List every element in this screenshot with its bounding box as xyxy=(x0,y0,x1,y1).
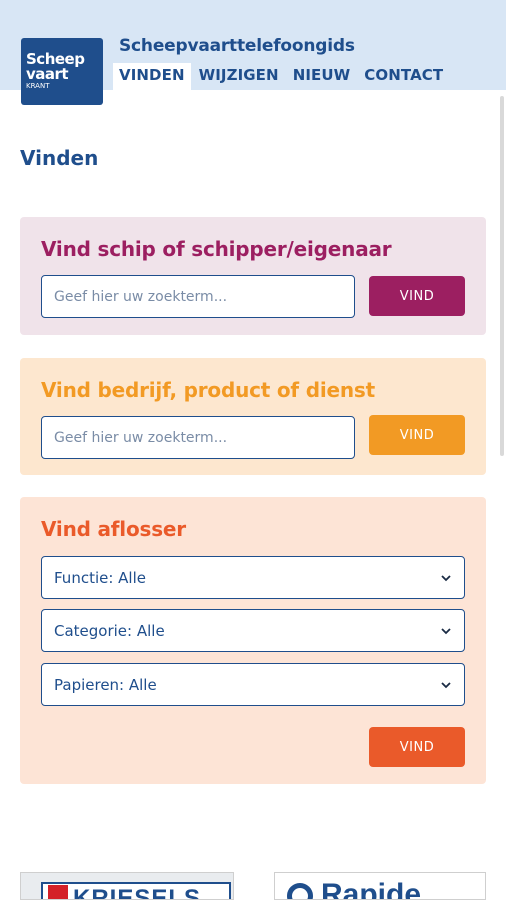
ship-search-panel: Vind schip of schipper/eigenaar VIND xyxy=(20,217,486,335)
function-select[interactable]: Functie: Alle xyxy=(41,556,465,599)
rapide-banner[interactable]: Rapide xyxy=(274,872,486,900)
company-search-panel: Vind bedrijf, product of dienst VIND xyxy=(20,358,486,475)
nav-item-contact[interactable]: CONTACT xyxy=(358,63,449,90)
function-select-value: Functie: Alle xyxy=(54,568,146,587)
scheepvaartkrant-logo[interactable]: Scheep vaart KRANT xyxy=(21,38,103,105)
papers-select[interactable]: Papieren: Alle xyxy=(41,663,465,706)
company-search-button[interactable]: VIND xyxy=(369,415,465,455)
chevron-down-icon xyxy=(441,627,451,634)
logo-line-2: vaart xyxy=(26,65,69,83)
category-select[interactable]: Categorie: Alle xyxy=(41,609,465,652)
site-header: Scheep vaart KRANT Scheepvaarttelefoongi… xyxy=(0,0,506,105)
papers-select-value: Papieren: Alle xyxy=(54,675,157,694)
page-title: Vinden xyxy=(20,146,99,170)
category-select-value: Categorie: Alle xyxy=(54,621,165,640)
ship-search-title: Vind schip of schipper/eigenaar xyxy=(41,237,392,261)
site-title[interactable]: Scheepvaarttelefoongids xyxy=(119,36,355,56)
chevron-down-icon xyxy=(441,681,451,688)
main-nav: VINDEN WIJZIGEN NIEUW CONTACT xyxy=(113,63,449,90)
rapide-brand: Rapide xyxy=(321,878,422,900)
ship-search-button[interactable]: VIND xyxy=(369,276,465,316)
logo-line-3: KRANT xyxy=(26,82,50,90)
company-search-input[interactable] xyxy=(41,416,355,459)
rapide-logo-icon xyxy=(287,883,313,899)
relief-search-button[interactable]: VIND xyxy=(369,727,465,767)
page-scrollbar[interactable] xyxy=(500,96,504,456)
kriesels-logo-icon xyxy=(48,885,68,899)
company-search-title: Vind bedrijf, product of dienst xyxy=(41,378,375,402)
relief-search-panel: Vind aflosser Functie: Alle Categorie: A… xyxy=(20,497,486,784)
nav-item-wijzigen[interactable]: WIJZIGEN xyxy=(193,63,285,90)
nav-item-nieuw[interactable]: NIEUW xyxy=(287,63,357,90)
relief-search-title: Vind aflosser xyxy=(41,517,186,541)
kriesels-brand: KRIESELS xyxy=(73,885,202,900)
kriesels-banner[interactable]: KRIESELS xyxy=(20,872,234,900)
ship-search-input[interactable] xyxy=(41,275,355,318)
nav-item-vinden[interactable]: VINDEN xyxy=(113,63,191,90)
chevron-down-icon xyxy=(441,574,451,581)
